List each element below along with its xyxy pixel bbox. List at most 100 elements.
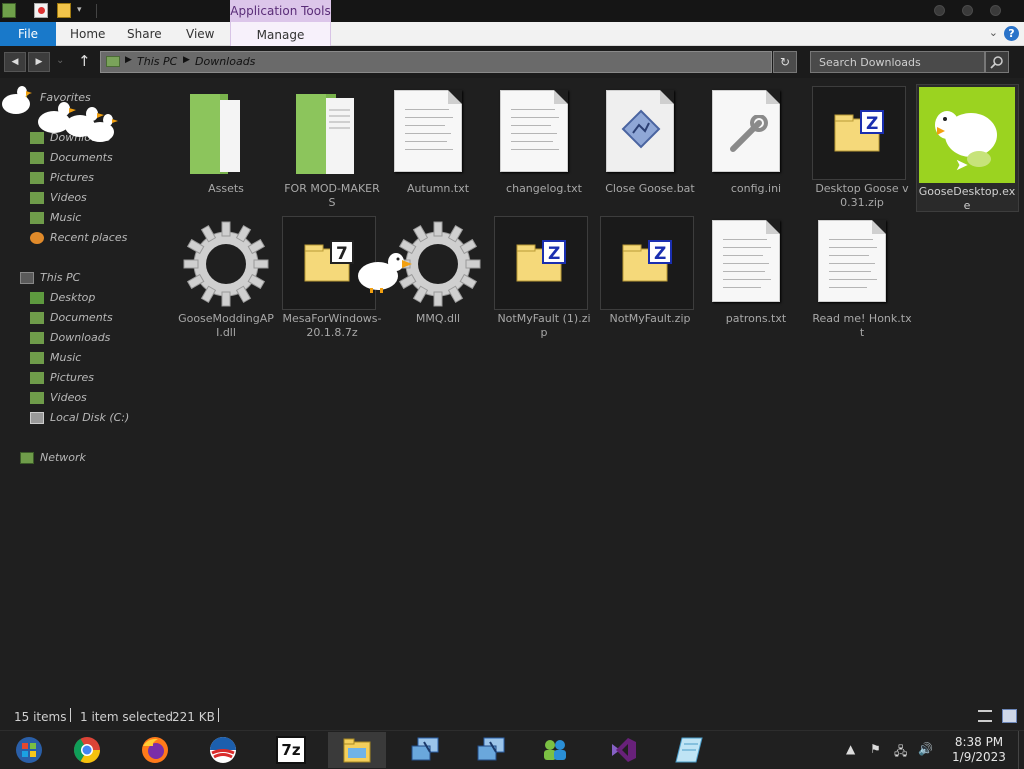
show-desktop-button[interactable] (1018, 731, 1024, 769)
videos-folder-icon (30, 192, 44, 204)
tab-file[interactable]: File (0, 22, 56, 46)
start-button[interactable] (0, 732, 58, 768)
tab-manage[interactable]: Manage (230, 22, 331, 46)
application-tools-context-tab: Application Tools (230, 0, 331, 23)
goose-sprites (2, 86, 118, 142)
taskbar-file-explorer[interactable] (328, 732, 386, 768)
help-icon[interactable]: ? (1004, 26, 1019, 41)
breadcrumb-downloads[interactable]: Downloads (195, 55, 255, 68)
explorer-icon[interactable] (2, 3, 16, 18)
flag-icon[interactable]: ⚑ (870, 742, 881, 756)
large-icons-view-icon[interactable] (1002, 709, 1017, 723)
back-button[interactable]: ◀ (4, 52, 26, 72)
taskbar-notepad[interactable] (660, 732, 718, 768)
svg-text:Z: Z (654, 244, 666, 264)
taskbar-users[interactable] (526, 732, 584, 768)
folder-icon (106, 56, 120, 67)
file-name: NotMyFault (1).zip (497, 312, 591, 339)
taskbar-7zip[interactable]: 7z (262, 732, 320, 768)
navigation-bar: ◀ ▶ ⌄ ↑ ▶ This PC ▶ Downloads ↻ Search D… (0, 46, 1024, 78)
search-icon[interactable] (985, 51, 1009, 73)
file-item[interactable]: Read me! Honk.txt (812, 216, 912, 341)
text-file-icon (394, 90, 462, 172)
hard-drive-icon (30, 412, 44, 424)
up-button[interactable]: ↑ (78, 52, 91, 70)
zip-icon: Z (812, 86, 906, 180)
chevron-right-icon[interactable]: ▶ (183, 55, 190, 65)
clock-time: 8:38 PM (954, 735, 1004, 749)
taskbar-firefox[interactable] (126, 732, 184, 768)
file-name: NotMyFault.zip (609, 312, 691, 325)
address-bar[interactable]: ▶ This PC ▶ Downloads (100, 51, 772, 73)
taskbar-obama-app[interactable] (194, 732, 252, 768)
maximize-button[interactable] (962, 5, 973, 16)
file-item[interactable]: Z NotMyFault (1).zip (494, 216, 594, 341)
selection-size: 221 KB (172, 710, 215, 724)
file-name: Assets (208, 182, 244, 195)
file-item[interactable]: GooseModdingAPI.dll (176, 216, 276, 341)
svg-text:7: 7 (336, 244, 348, 264)
close-button[interactable] (990, 5, 1001, 16)
expand-ribbon-icon[interactable]: ⌄ (989, 26, 998, 39)
recent-places-icon (30, 232, 44, 244)
taskbar-remote-desktop[interactable] (396, 732, 454, 768)
file-item[interactable]: Z Desktop Goose v0.31.zip (812, 86, 912, 211)
7zip-icon: 7z (276, 736, 306, 764)
ribbon-tabs: File Home Share View Manage ⌄ ? (0, 22, 1024, 46)
divider (70, 708, 71, 722)
search-input[interactable]: Search Downloads (810, 51, 985, 73)
notepad-icon (675, 737, 703, 763)
file-item[interactable]: FOR MOD-MAKERS (282, 86, 382, 211)
title-bar: ▾ Application Tools (0, 0, 1024, 23)
file-item-selected[interactable]: ➤ GooseDesktop.exe (916, 84, 1019, 212)
text-file-icon (818, 220, 886, 302)
file-item[interactable]: Close Goose.bat (600, 86, 700, 211)
chevron-right-icon: ▶ (125, 55, 132, 65)
forward-button[interactable]: ▶ (28, 52, 50, 72)
file-item[interactable]: changelog.txt (494, 86, 594, 211)
network-icon[interactable]: 🖧 (894, 742, 907, 763)
file-item[interactable]: Z NotMyFault.zip (600, 216, 700, 341)
file-item[interactable]: Assets (176, 86, 276, 211)
taskbar-visual-studio[interactable] (594, 732, 652, 768)
file-item[interactable]: Autumn.txt (388, 86, 488, 211)
file-name: config.ini (730, 182, 782, 195)
file-item[interactable]: patrons.txt (706, 216, 806, 341)
gear-icon (183, 221, 269, 307)
taskbar-chrome[interactable] (58, 732, 116, 768)
show-hidden-icons-icon[interactable]: ▲ (846, 742, 855, 756)
tab-share[interactable]: Share (127, 22, 162, 46)
tab-view[interactable]: View (186, 22, 214, 46)
batch-file-icon (606, 90, 674, 172)
downloads-folder-icon (30, 332, 44, 344)
file-name: GooseModdingAPI.dll (178, 312, 274, 339)
documents-folder-icon (30, 312, 44, 324)
divider (96, 4, 97, 18)
clock[interactable]: 8:38 PM 1/9/2023 (944, 735, 1014, 765)
taskbar-remote-desktop-2[interactable] (462, 732, 520, 768)
file-item[interactable]: config.ini (706, 86, 806, 211)
new-folder-icon[interactable] (57, 3, 71, 18)
volume-icon[interactable]: 🔊 (918, 742, 933, 756)
properties-icon[interactable] (34, 3, 48, 18)
zip-icon: Z (600, 216, 694, 310)
pictures-folder-icon (30, 372, 44, 384)
minimize-button[interactable] (934, 5, 945, 16)
file-name: MMQ.dll (415, 312, 461, 325)
tab-home[interactable]: Home (70, 22, 105, 46)
file-name: GooseDesktop.exe (918, 185, 1016, 212)
customize-qat-icon[interactable]: ▾ (77, 5, 82, 15)
text-file-icon (712, 220, 780, 302)
recent-locations-icon[interactable]: ⌄ (56, 55, 64, 66)
refresh-button[interactable]: ↻ (773, 51, 797, 73)
divider (218, 708, 219, 722)
music-folder-icon (30, 352, 44, 364)
start-orb-icon (16, 737, 42, 763)
item-count: 15 items (14, 710, 67, 724)
breadcrumb-this-pc[interactable]: This PC (137, 55, 177, 68)
svg-text:Z: Z (548, 244, 560, 264)
network-icon (20, 452, 34, 464)
details-view-icon[interactable] (978, 710, 992, 722)
status-bar: 15 items 1 item selected 221 KB (0, 704, 1024, 730)
users-icon (544, 740, 566, 760)
